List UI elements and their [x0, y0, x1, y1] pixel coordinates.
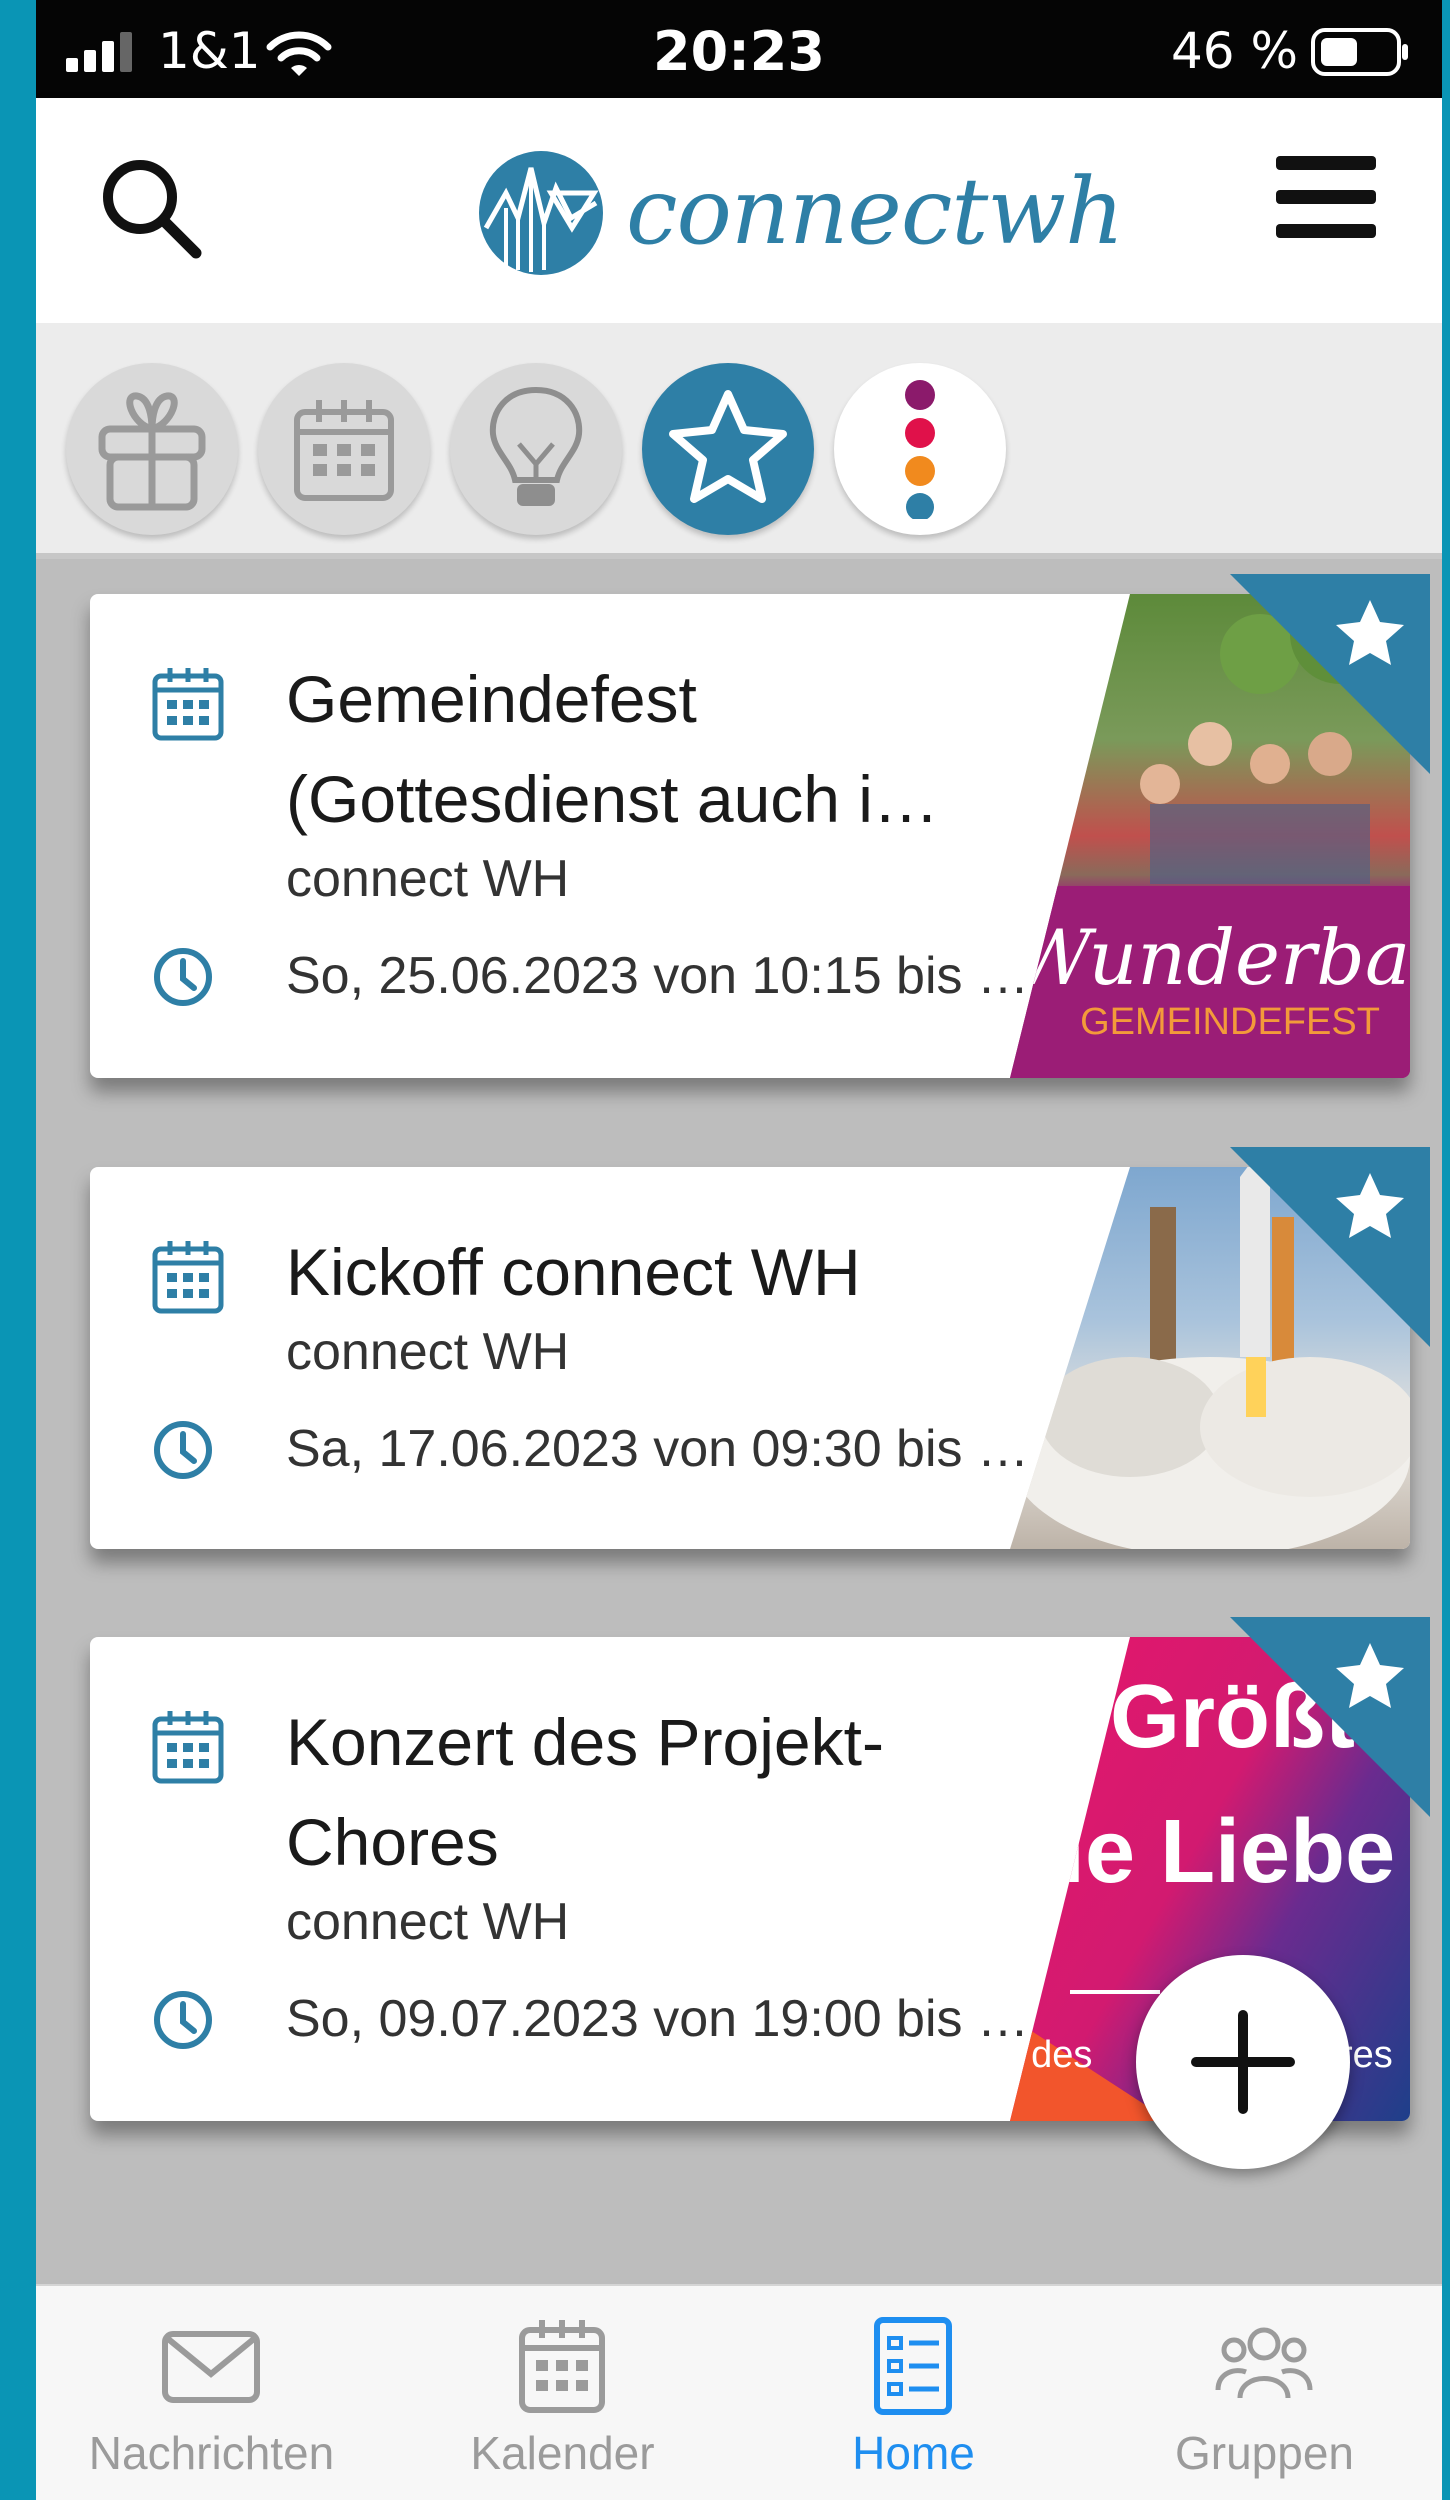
search-icon[interactable]	[96, 153, 206, 263]
battery-percent: 46 %	[1171, 22, 1299, 80]
event-datetime: So, 09.07.2023 von 19:00 bis …	[286, 1990, 1029, 2048]
filter-bar	[36, 323, 1442, 559]
lightbulb-icon	[489, 386, 583, 506]
nav-label: Home	[852, 2427, 975, 2479]
clock-icon	[154, 948, 212, 1006]
event-organizer: connect WH	[286, 850, 570, 908]
nav-label: Nachrichten	[88, 2427, 335, 2479]
star-icon	[669, 390, 787, 503]
event-title-line2: Chores	[286, 1805, 499, 1879]
logo-emblem-icon	[479, 151, 603, 275]
image-caption-2: ie Liebe	[1060, 1802, 1395, 1902]
nav-item-gruppen[interactable]: Gruppen	[1089, 2286, 1440, 2500]
calendar-icon	[152, 1241, 224, 1314]
group-icon	[1215, 2327, 1313, 2399]
image-caption-2: GEMEINDEFEST	[1080, 1001, 1380, 1043]
clock-icon	[154, 1421, 212, 1479]
event-card[interactable]: Gemeindefest (Gottesdienst auch i… conne…	[90, 574, 1430, 1078]
nav-item-kalender[interactable]: Kalender	[387, 2286, 738, 2500]
nav-label: Gruppen	[1174, 2427, 1354, 2479]
event-title: Kickoff connect WH	[286, 1235, 861, 1309]
logo-text: connectwh	[626, 158, 1124, 265]
event-title: Konzert des Projekt-	[286, 1705, 884, 1779]
filter-favorites-button[interactable]	[642, 363, 814, 535]
gift-icon	[98, 392, 206, 511]
phone-screen: 1&1 20:23 46 % connectwh Gemeindefest (G…	[36, 0, 1442, 2500]
star-filled-icon	[1336, 600, 1404, 665]
nav-label: Kalender	[470, 2427, 655, 2479]
event-title-line2: (Gottesdienst auch i…	[286, 762, 939, 836]
app-header: connectwh	[36, 98, 1442, 323]
event-card[interactable]: Kickoff connect WH connect WH Sa, 17.06.…	[90, 1147, 1430, 1549]
event-title: Gemeindefest	[286, 662, 697, 736]
nav-item-nachrichten[interactable]: Nachrichten	[36, 2286, 387, 2500]
bottom-navigation: Nachrichten Kalender Home Gruppen	[36, 2284, 1442, 2500]
list-icon	[874, 2317, 952, 2415]
calendar-icon	[519, 2320, 605, 2413]
filter-idea-button[interactable]	[450, 363, 622, 535]
status-bar: 1&1 20:23 46 %	[36, 0, 1442, 98]
battery-icon	[1311, 28, 1408, 76]
clock-icon	[154, 1991, 212, 2049]
event-organizer: connect WH	[286, 1323, 570, 1381]
event-organizer: connect WH	[286, 1893, 570, 1951]
event-datetime: Sa, 17.06.2023 von 09:30 bis …	[286, 1420, 1029, 1478]
nav-item-home[interactable]: Home	[738, 2286, 1089, 2500]
filter-more-button[interactable]	[834, 363, 1006, 535]
add-button[interactable]	[1136, 1955, 1350, 2169]
image-caption-1: Wunderbar	[1013, 913, 1410, 1002]
plus-icon	[1191, 2010, 1295, 2114]
mail-icon	[162, 2331, 260, 2403]
calendar-icon	[152, 1711, 224, 1784]
hamburger-menu-icon[interactable]	[1271, 148, 1381, 248]
star-filled-icon	[1336, 1643, 1404, 1708]
filter-calendar-button[interactable]	[258, 363, 430, 535]
filter-gift-button[interactable]	[66, 363, 238, 535]
more-dots-icon	[905, 380, 935, 519]
event-datetime: So, 25.06.2023 von 10:15 bis …	[286, 947, 1029, 1005]
calendar-icon	[294, 400, 394, 501]
app-logo: connectwh	[476, 143, 1124, 283]
star-filled-icon	[1336, 1173, 1404, 1238]
calendar-icon	[152, 668, 224, 741]
